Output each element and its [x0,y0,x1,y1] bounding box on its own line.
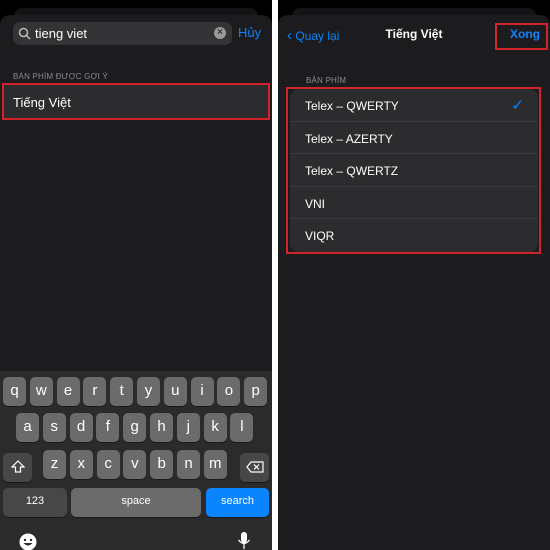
key-g[interactable]: g [123,413,147,442]
key-b[interactable]: b [150,450,174,479]
keyboard-layout-panel: ‹ Quay lại Tiếng Việt Xong BÀN PHÍM Tele… [278,0,550,550]
key-i[interactable]: i [190,377,214,406]
key-j[interactable]: j [176,413,200,442]
backspace-icon [245,461,264,473]
numbers-key[interactable]: 123 [3,488,67,517]
keyboard: 123 space search qwertyuiop asdfghjkl zxcv… [0,371,272,550]
key-x[interactable]: x [69,450,93,479]
space-key[interactable]: space [71,488,201,517]
key-k[interactable]: k [203,413,227,442]
key-o[interactable]: o [217,377,241,406]
key-d[interactable]: d [69,413,93,442]
key-m[interactable]: m [203,450,227,479]
key-w[interactable]: w [29,377,53,406]
key-e[interactable]: e [56,377,80,406]
search-key[interactable]: search [206,488,269,517]
search-value: tieng viet [35,26,88,41]
key-n[interactable]: n [177,450,200,479]
key-h[interactable]: h [150,413,173,442]
keyboard-search-panel: tieng viet × Hủy BÀN PHÍM ĐƯỢC GỢI Ý Tiế… [0,0,272,550]
key-t[interactable]: t [110,377,134,406]
key-u[interactable]: u [163,377,187,406]
highlight-box [286,87,541,254]
key-c[interactable]: c [96,450,120,479]
key-p[interactable]: p [244,377,268,406]
search-input[interactable]: tieng viet × [13,22,232,45]
search-icon [18,27,31,40]
key-q[interactable]: q [3,377,26,406]
key-l[interactable]: l [230,413,254,442]
key-f[interactable]: f [96,413,120,442]
microphone-icon[interactable] [237,531,251,550]
clear-icon[interactable]: × [214,27,226,39]
highlight-box [495,23,548,50]
key-z[interactable]: z [43,450,66,479]
cancel-button[interactable]: Hủy [238,25,261,40]
highlight-box [2,83,270,120]
section-header: BÀN PHÍM ĐƯỢC GỢI Ý [13,72,109,81]
delete-key[interactable] [240,453,269,482]
shift-key[interactable] [3,453,32,482]
emoji-icon[interactable] [19,533,37,550]
key-a[interactable]: a [16,413,39,442]
key-r[interactable]: r [83,377,107,406]
key-s[interactable]: s [42,413,66,442]
key-y[interactable]: y [137,377,160,406]
shift-icon [10,460,25,473]
key-v[interactable]: v [123,450,147,479]
section-header: BÀN PHÍM [306,76,347,85]
